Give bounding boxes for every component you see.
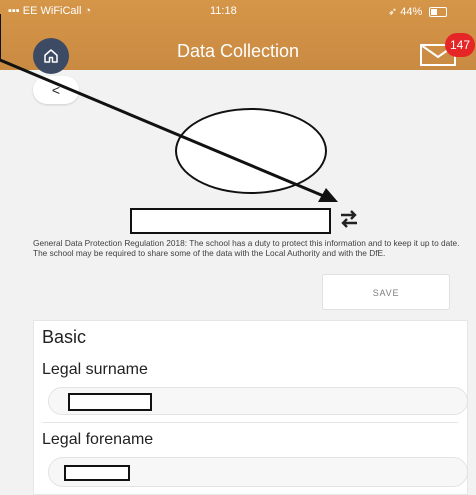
surname-label: Legal surname [42,361,148,378]
surname-redacted [68,393,152,411]
app-header: ▪▪▪ EE WiFiCall ◔ 11:18 ➶ 44% Data Colle… [0,0,476,74]
chevron-left-icon: < [51,82,61,98]
forename-label: Legal forename [42,431,154,448]
wifi-icon: ◔ [84,5,92,17]
back-button[interactable]: < [33,76,79,104]
save-button[interactable]: SAVE [322,274,450,310]
battery-percent: 44% [400,6,423,18]
status-bar: ▪▪▪ EE WiFiCall ◔ 11:18 ➶ 44% [0,0,476,22]
carrier-label: EE WiFiCall [22,5,82,17]
battery-icon [429,7,448,18]
status-carrier: ▪▪▪ EE WiFiCall ◔ [8,5,91,17]
status-time: 11:18 [210,5,237,17]
forename-redacted [64,465,130,481]
section-title: Basic [42,327,87,347]
page-title: Data Collection [176,41,300,61]
basic-section-card: Basic Legal surname Legal forename [33,320,468,495]
divider [42,422,458,423]
status-battery: ➶ 44% [388,5,448,18]
switch-student-button[interactable] [338,208,360,230]
swap-arrows-icon [341,210,357,228]
signal-icon: ▪▪▪ [8,5,20,17]
mail-count-badge: 147 [445,33,475,57]
photo-placeholder[interactable] [175,108,327,194]
location-icon: ➶ [388,6,398,18]
gdpr-notice: General Data Protection Regulation 2018:… [33,238,460,258]
student-name-redacted [130,208,331,234]
